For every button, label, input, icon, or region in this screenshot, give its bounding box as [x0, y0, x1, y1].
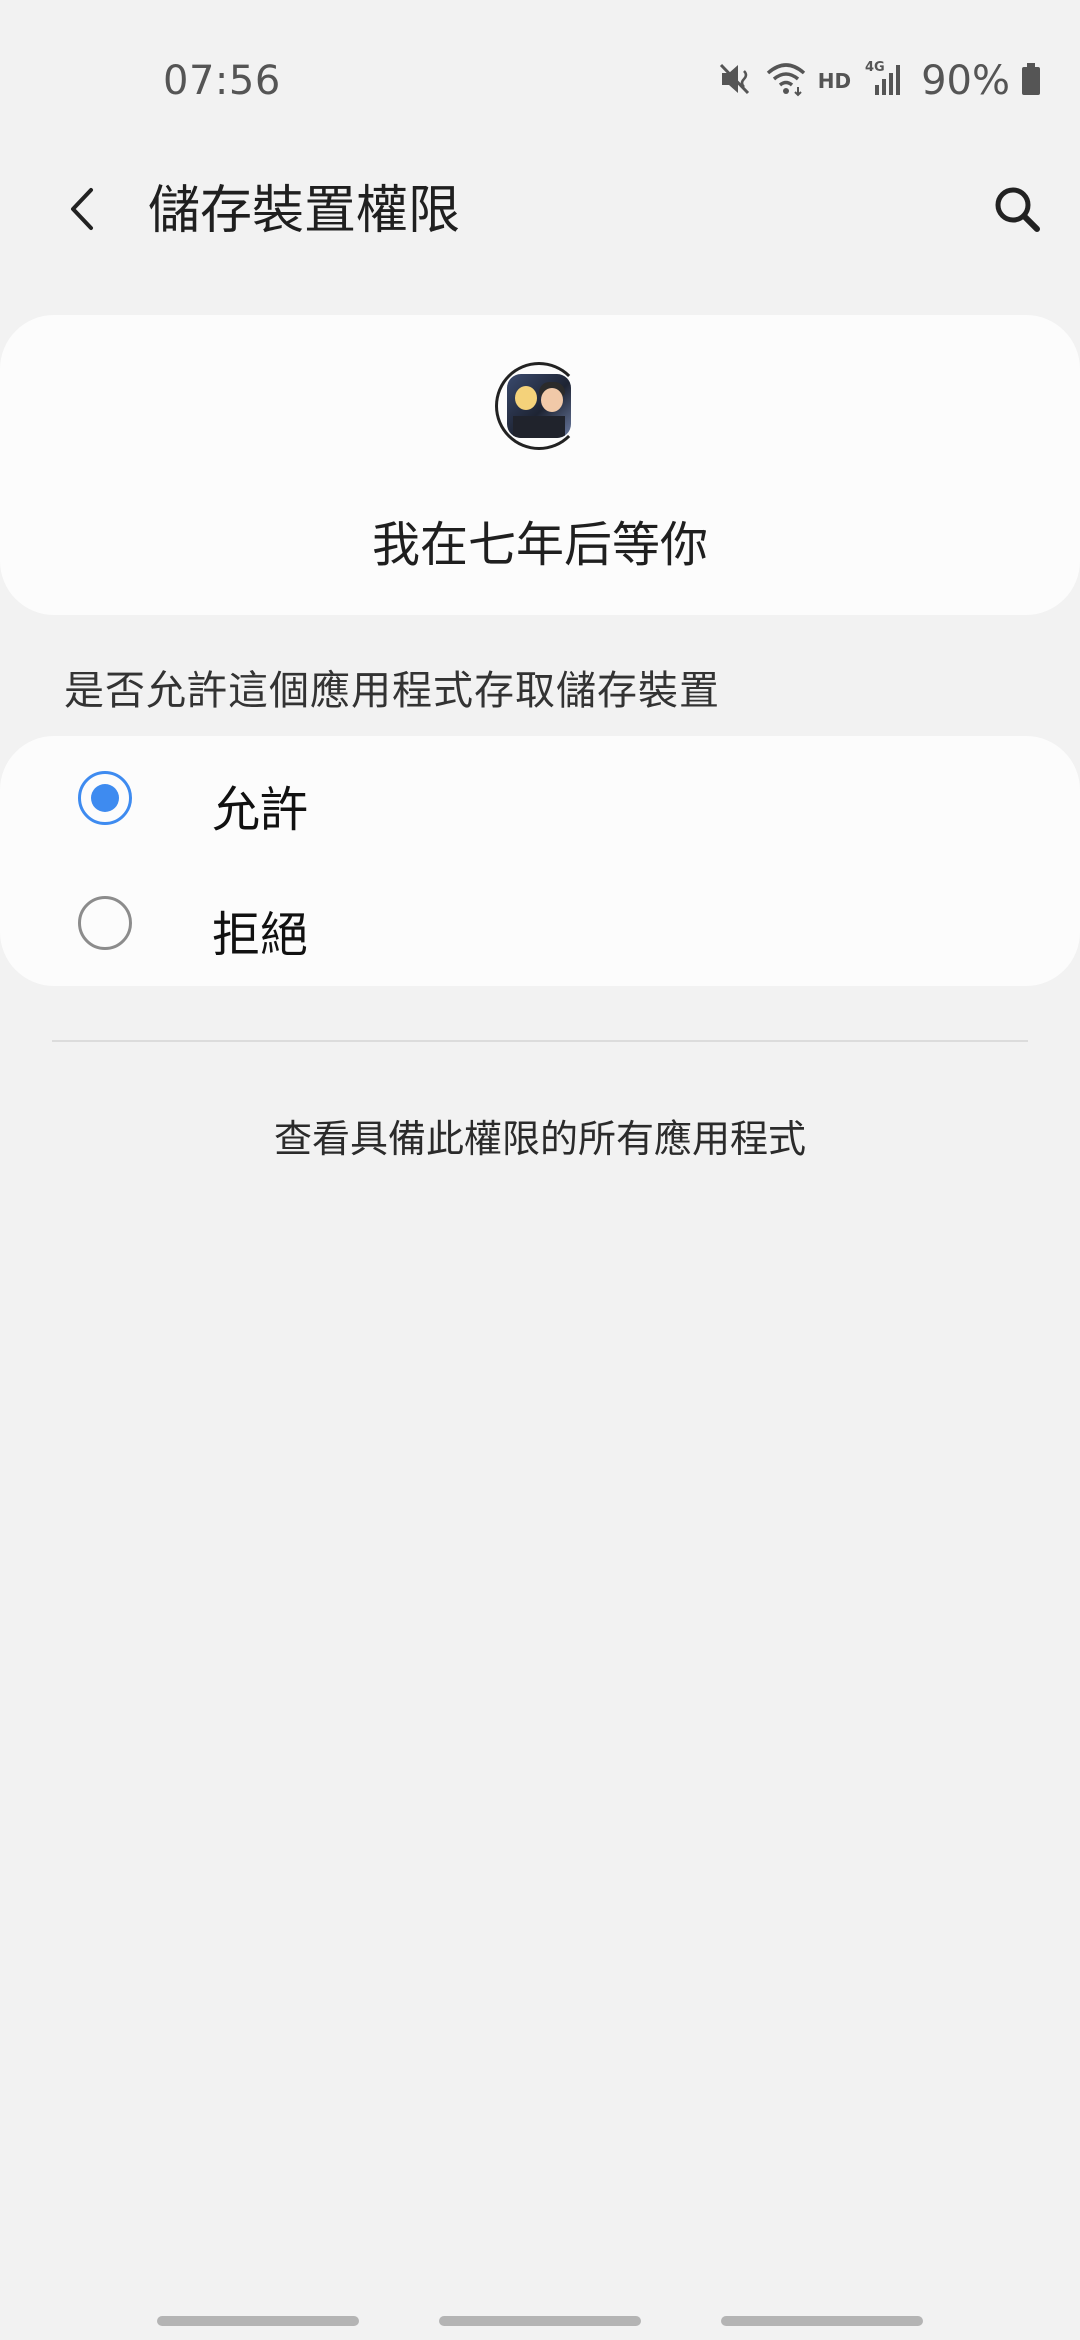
option-deny[interactable]: 拒絕	[0, 861, 1080, 986]
permission-question: 是否允許這個應用程式存取儲存裝置	[64, 668, 720, 714]
divider	[52, 1040, 1028, 1042]
status-bar: 07:56 HD 4G 90%	[0, 0, 1080, 160]
radio-deny[interactable]	[78, 896, 132, 950]
app-bar: 儲存裝置權限	[0, 160, 1080, 260]
see-all-apps-link[interactable]: 查看具備此權限的所有應用程式	[0, 1108, 1080, 1163]
hd-label: HD	[817, 69, 852, 93]
chevron-left-icon	[63, 184, 103, 238]
signal-icon: 4G	[865, 59, 907, 103]
mute-icon	[718, 59, 754, 103]
app-icon-image	[507, 374, 571, 438]
option-deny-label: 拒絕	[212, 907, 309, 963]
nav-back-gesture[interactable]	[721, 2316, 923, 2326]
search-button[interactable]	[982, 176, 1052, 246]
back-button[interactable]	[50, 178, 116, 244]
permission-page: 07:56 HD 4G 90% 儲存裝置權限 我在七年后等你 是否允許這個應用程…	[0, 0, 1080, 2340]
nav-home-gesture[interactable]	[439, 2316, 641, 2326]
option-allow[interactable]: 允許	[0, 736, 1080, 861]
wifi-icon	[764, 59, 808, 103]
nav-recents-gesture[interactable]	[157, 2316, 359, 2326]
app-name: 我在七年后等你	[371, 517, 708, 573]
network-label: 4G	[865, 60, 885, 75]
app-icon	[495, 362, 583, 450]
search-icon	[991, 183, 1043, 239]
status-icons: HD 4G 90%	[718, 56, 1042, 106]
battery-icon	[1020, 59, 1042, 103]
page-title: 儲存裝置權限	[148, 181, 461, 241]
permission-options: 允許 拒絕	[0, 736, 1080, 986]
battery-percent: 90%	[921, 58, 1010, 104]
option-allow-label: 允許	[212, 782, 309, 838]
radio-allow[interactable]	[78, 771, 132, 825]
navigation-bar	[0, 2300, 1080, 2340]
app-info-card: 我在七年后等你	[0, 315, 1080, 615]
status-time: 07:56	[163, 58, 281, 104]
